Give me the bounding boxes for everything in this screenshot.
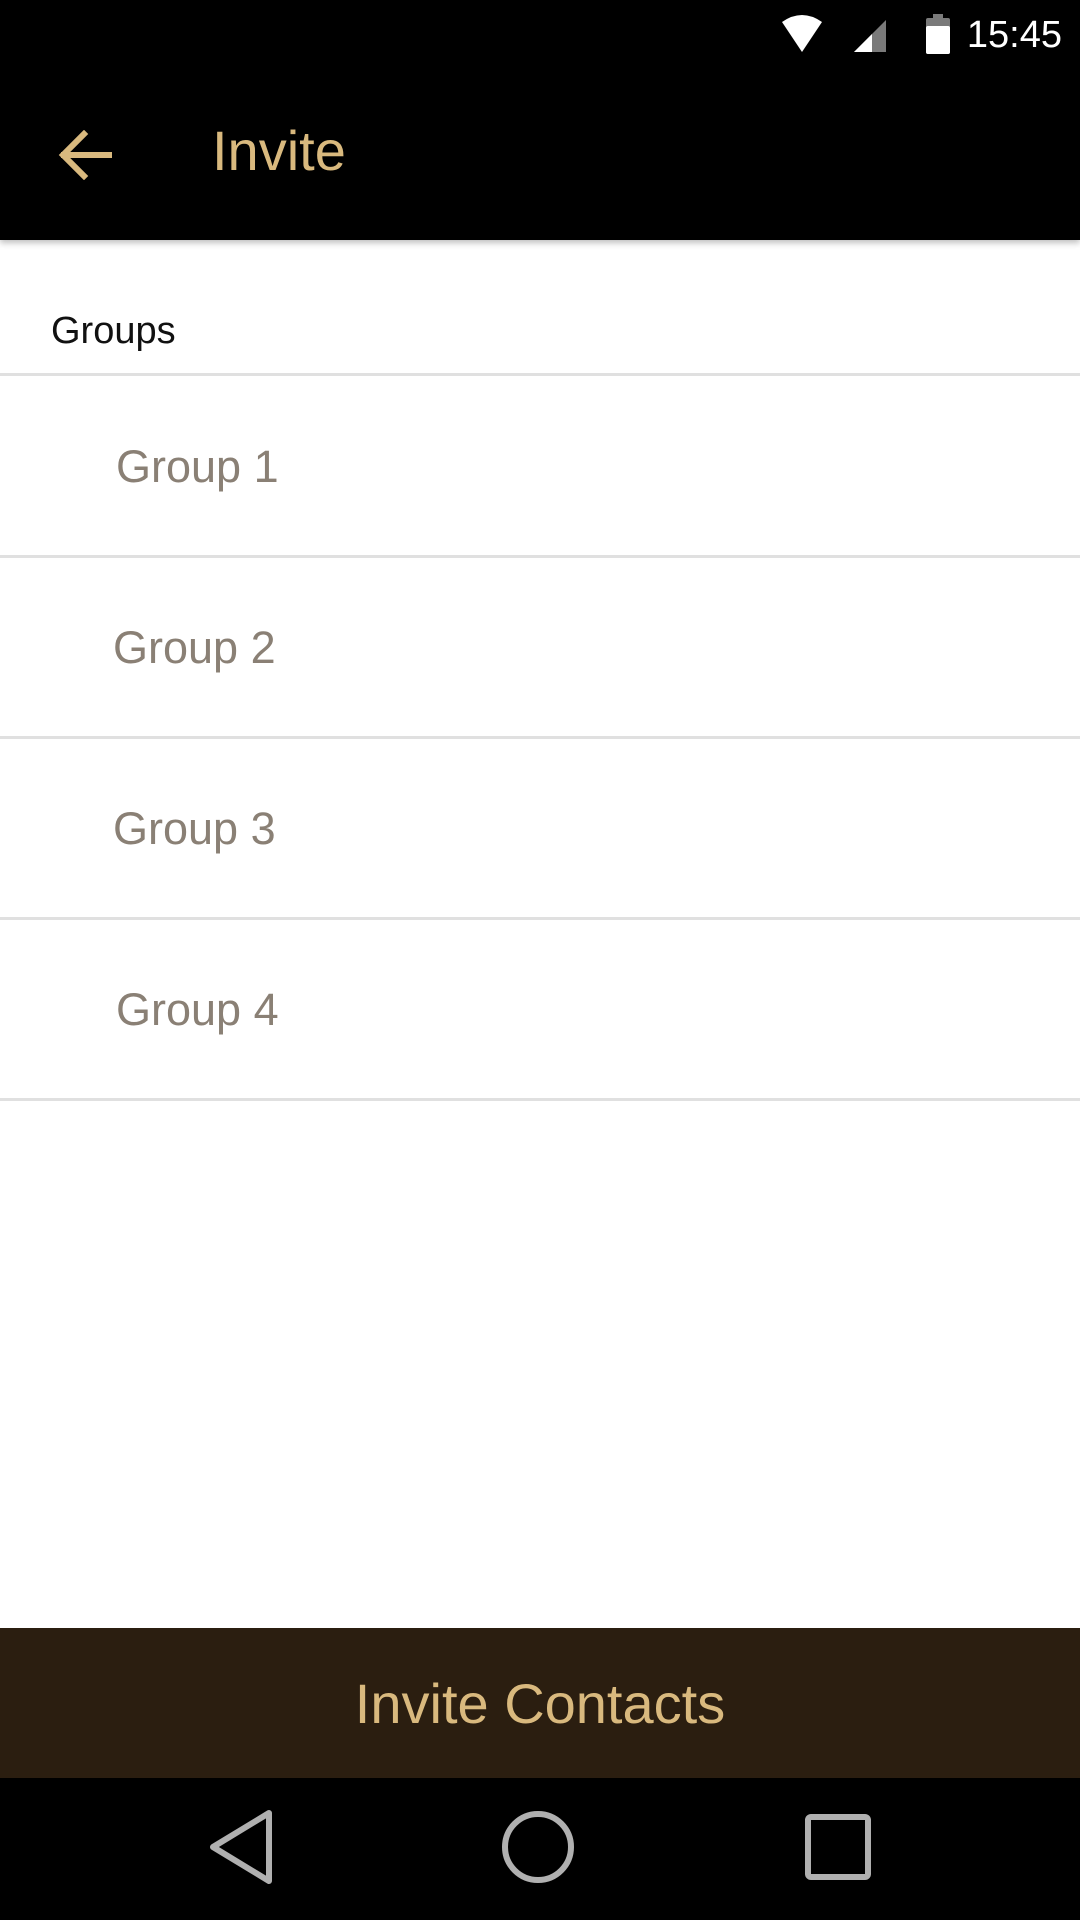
- nav-home-button[interactable]: [492, 1803, 584, 1895]
- navigation-bar: [0, 1778, 1080, 1920]
- group-item[interactable]: Group 1: [0, 377, 1080, 558]
- invite-contacts-button[interactable]: Invite Contacts: [0, 1628, 1080, 1778]
- group-item[interactable]: Group 3: [0, 739, 1080, 920]
- page-title: Invite: [212, 119, 346, 182]
- group-item-label: Group 4: [116, 984, 279, 1035]
- battery-icon: [925, 14, 951, 59]
- nav-recents-icon: [804, 1813, 872, 1886]
- group-item-label: Group 2: [113, 622, 276, 673]
- status-bar: 15:45: [0, 0, 1080, 72]
- group-item-label: Group 1: [116, 441, 279, 492]
- group-item-label: Group 3: [113, 803, 276, 854]
- group-item[interactable]: Group 2: [0, 558, 1080, 739]
- nav-home-icon: [500, 1809, 576, 1890]
- section-header: Groups: [0, 240, 1080, 376]
- group-item[interactable]: Group 4: [0, 920, 1080, 1101]
- arrow-left-icon: [58, 129, 113, 185]
- section-header-label: Groups: [51, 310, 176, 352]
- back-button[interactable]: [40, 112, 130, 202]
- nav-recents-button[interactable]: [792, 1803, 884, 1895]
- status-time: 15:45: [966, 14, 1062, 56]
- nav-back-icon: [207, 1809, 277, 1890]
- invite-screen: 15:45 Invite Groups Group 1 Group 2 Grou…: [0, 0, 1080, 1920]
- wifi-icon: [780, 14, 824, 59]
- app-bar: Invite: [0, 72, 1080, 240]
- group-list: Group 1 Group 2 Group 3 Group 4: [0, 377, 1080, 1101]
- cell-signal-icon: [852, 18, 888, 59]
- nav-back-button[interactable]: [196, 1803, 288, 1895]
